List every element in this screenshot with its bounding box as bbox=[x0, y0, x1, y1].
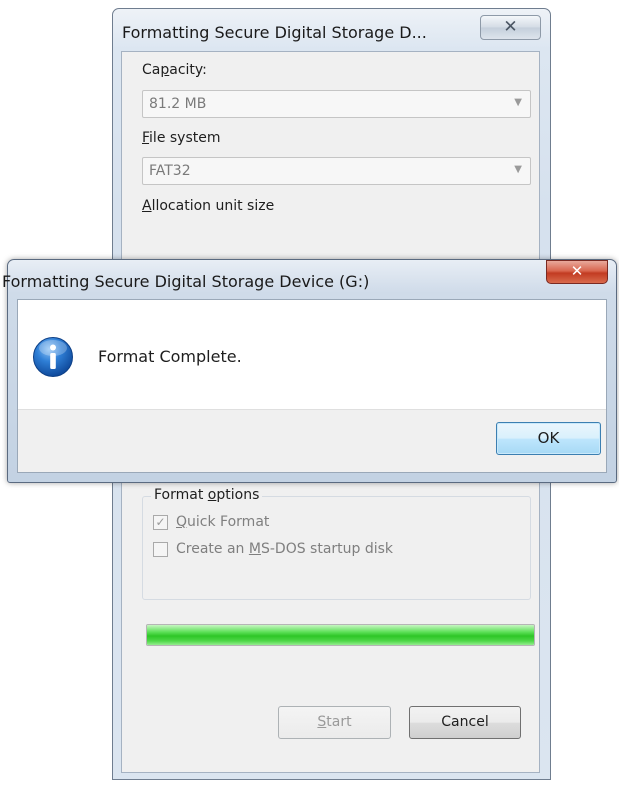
chevron-down-icon: ▼ bbox=[514, 164, 522, 175]
close-icon: ✕ bbox=[570, 262, 584, 280]
format-complete-message-box: Formatting Secure Digital Storage Device… bbox=[2, 259, 617, 483]
message-box-client: Format Complete. OK bbox=[17, 299, 607, 473]
checkmark-icon: ✓ bbox=[155, 515, 166, 529]
start-button[interactable]: Start bbox=[278, 706, 391, 739]
msdos-startup-label: Create an MS-DOS startup disk bbox=[176, 541, 394, 557]
msdos-startup-checkbox[interactable] bbox=[153, 542, 168, 557]
format-progress-bar bbox=[146, 624, 535, 646]
chevron-down-icon: ▼ bbox=[514, 97, 522, 108]
format-options-group: Format options ✓ Quick Format Create an … bbox=[142, 487, 531, 600]
quick-format-label: Quick Format bbox=[176, 514, 270, 530]
allocation-unit-size-label: Allocation unit size bbox=[142, 198, 275, 214]
ok-button[interactable]: OK bbox=[496, 422, 601, 455]
capacity-label: Capacity: bbox=[142, 62, 207, 78]
format-dialog-close-button[interactable]: ✕ bbox=[480, 15, 541, 40]
capacity-value: 81.2 MB bbox=[149, 96, 207, 112]
message-box-title: Formatting Secure Digital Storage Device… bbox=[2, 272, 370, 291]
format-options-legend: Format options bbox=[151, 487, 263, 503]
close-icon: ✕ bbox=[503, 17, 518, 37]
file-system-value: FAT32 bbox=[149, 163, 191, 179]
format-dialog-title: Formatting Secure Digital Storage D... bbox=[122, 23, 427, 42]
info-icon bbox=[33, 337, 73, 377]
file-system-select[interactable]: FAT32 ▼ bbox=[142, 157, 531, 185]
message-box-close-button[interactable]: ✕ bbox=[546, 260, 608, 284]
message-text: Format Complete. bbox=[98, 347, 242, 366]
file-system-label: File system bbox=[142, 130, 221, 146]
progress-fill bbox=[147, 625, 534, 645]
cancel-button[interactable]: Cancel bbox=[409, 706, 521, 739]
capacity-select[interactable]: 81.2 MB ▼ bbox=[142, 90, 531, 118]
quick-format-checkbox[interactable]: ✓ bbox=[153, 515, 168, 530]
